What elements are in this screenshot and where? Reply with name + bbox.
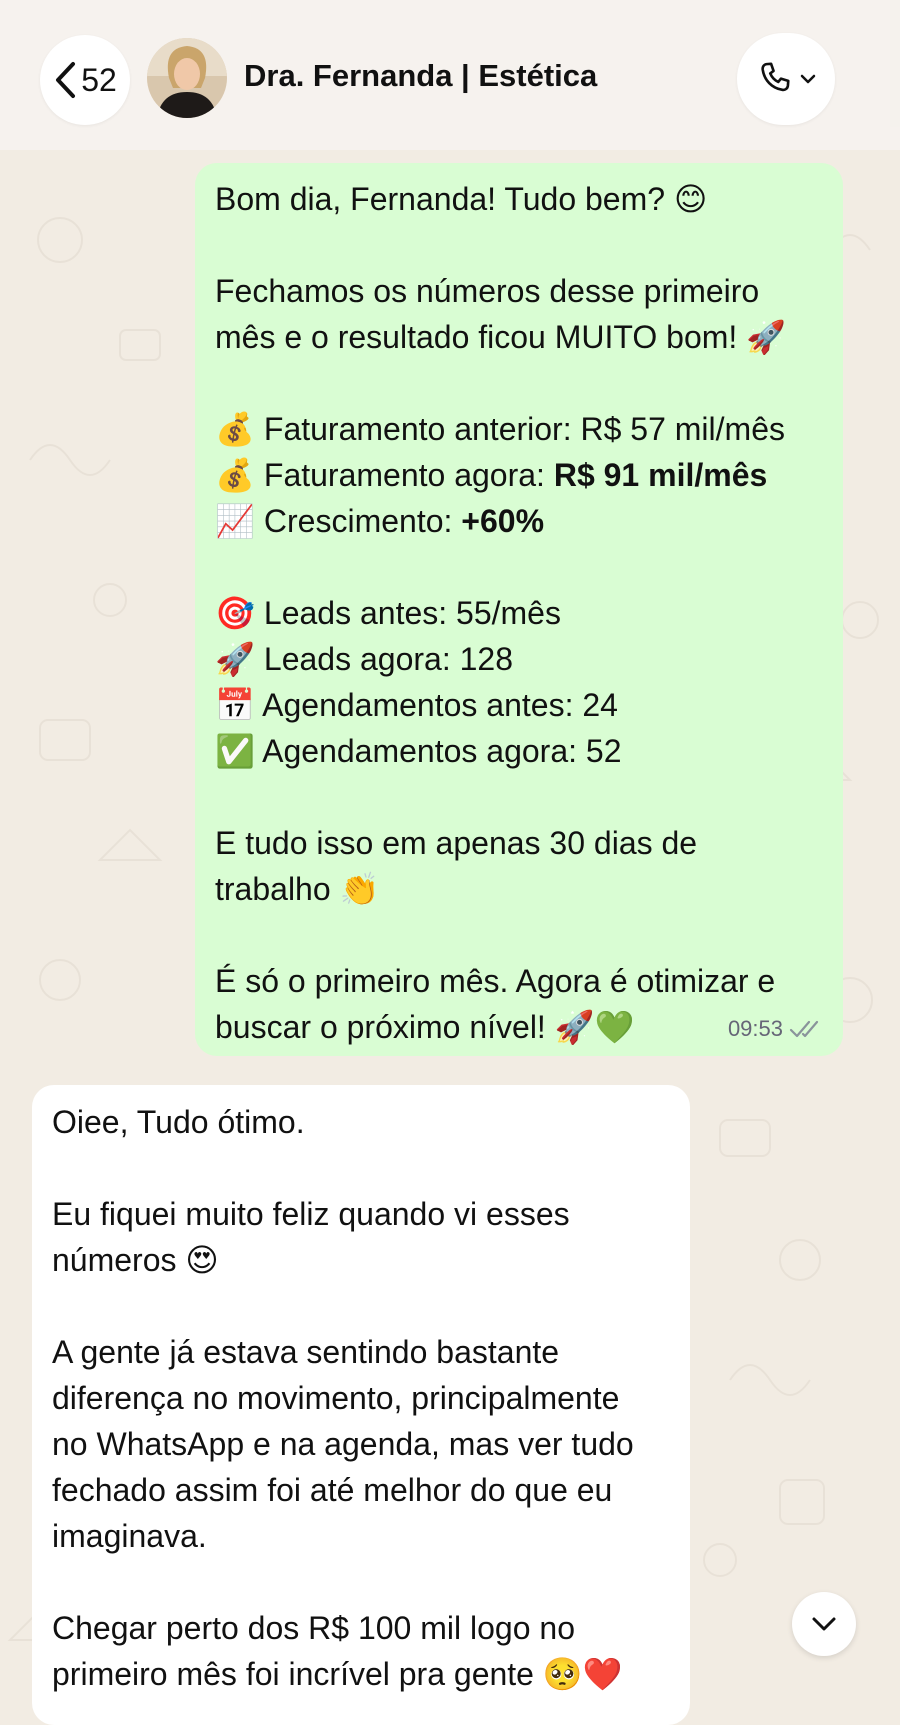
stat-leads-before: 🎯 Leads antes: 55/mês	[215, 590, 823, 636]
stat-appointments-before: 📅 Agendamentos antes: 24	[215, 682, 823, 728]
message-line: primeiro mês foi incrível pra gente 🥺❤️	[52, 1656, 623, 1692]
contact-avatar[interactable]	[147, 38, 227, 118]
message-line: trabalho 👏	[215, 871, 380, 907]
chevron-down-icon	[800, 74, 816, 84]
stat-text: Faturamento anterior: R$ 57 mil/mês	[263, 411, 785, 447]
message-line: no WhatsApp e na agenda, mas ver tudo	[52, 1426, 634, 1462]
message-meta: 09:53	[728, 1016, 821, 1042]
stat-value: +60%	[461, 503, 545, 539]
stat-appointments-now: ✅ Agendamentos agora: 52	[215, 728, 823, 774]
outgoing-message-bubble[interactable]: Bom dia, Fernanda! Tudo bem? 😊 Fechamos …	[195, 163, 843, 1056]
message-line: E tudo isso em apenas 30 dias de	[215, 825, 698, 861]
check-mark-icon: ✅	[215, 733, 255, 769]
calendar-icon: 📅	[215, 687, 255, 723]
chart-increasing-icon: 📈	[215, 503, 255, 539]
message-line: números 😍	[52, 1242, 219, 1278]
message-time: 09:53	[727, 1016, 783, 1041]
stat-label: Faturamento agora:	[263, 457, 554, 493]
chevron-left-icon	[56, 62, 76, 98]
stat-text: Leads antes: 55/mês	[263, 595, 561, 631]
phone-icon	[761, 62, 790, 92]
message-line: Fechamos os números desse primeiro	[215, 273, 760, 309]
stat-revenue-before: 💰 Faturamento anterior: R$ 57 mil/mês	[215, 406, 823, 452]
back-button[interactable]: 52	[40, 35, 130, 125]
stat-revenue-now: 💰 Faturamento agora: R$ 91 mil/mês	[215, 452, 823, 498]
message-line: Oiee, Tudo ótimo.	[52, 1104, 305, 1140]
stat-text: Agendamentos agora: 52	[262, 733, 622, 769]
incoming-message-bubble[interactable]: Oiee, Tudo ótimo. Eu fiquei muito feliz …	[32, 1085, 690, 1725]
chevron-down-icon	[812, 1617, 836, 1631]
stat-label: Crescimento:	[263, 503, 462, 539]
double-check-icon	[789, 1020, 819, 1038]
stat-value: R$ 91 mil/mês	[553, 457, 768, 493]
call-button[interactable]	[737, 33, 835, 125]
money-bag-icon: 💰	[215, 411, 255, 447]
message-line: mês e o resultado ficou MUITO bom! 🚀	[215, 319, 787, 355]
message-line: fechado assim foi até melhor do que eu	[52, 1472, 613, 1508]
message-line: diferença no movimento, principalmente	[52, 1380, 620, 1416]
message-line: imaginava.	[52, 1518, 207, 1554]
target-icon: 🎯	[215, 595, 255, 631]
message-line: É só o primeiro mês. Agora é otimizar e	[215, 963, 776, 999]
unread-count: 52	[81, 61, 117, 98]
chat-header: 52 Dra. Fernanda | Estética	[0, 0, 900, 150]
stat-text: Leads agora: 128	[263, 641, 513, 677]
scroll-to-bottom-button[interactable]	[792, 1592, 856, 1656]
contact-name[interactable]: Dra. Fernanda | Estética	[244, 58, 597, 94]
stat-growth: 📈 Crescimento: +60%	[215, 498, 823, 544]
stat-leads-now: 🚀 Leads agora: 128	[215, 636, 823, 682]
stat-text: Agendamentos antes: 24	[262, 687, 618, 723]
message-line: Chegar perto dos R$ 100 mil logo no	[52, 1610, 575, 1646]
message-line: Bom dia, Fernanda! Tudo bem? 😊	[215, 181, 708, 217]
money-bag-icon: 💰	[215, 457, 255, 493]
rocket-icon: 🚀	[215, 641, 255, 677]
message-line: A gente já estava sentindo bastante	[52, 1334, 560, 1370]
message-line: Eu fiquei muito feliz quando vi esses	[52, 1196, 570, 1232]
